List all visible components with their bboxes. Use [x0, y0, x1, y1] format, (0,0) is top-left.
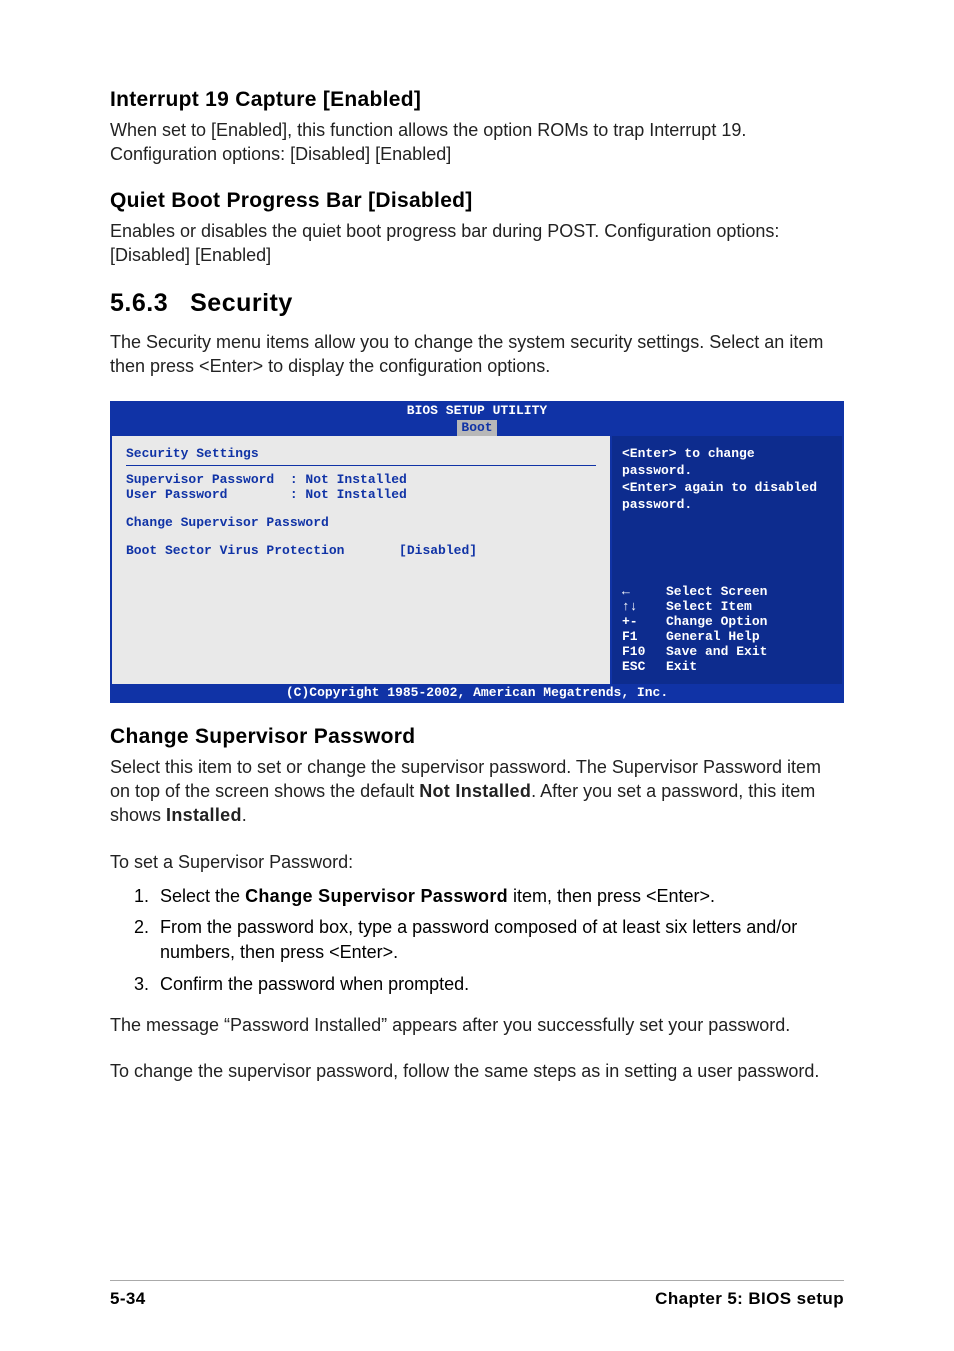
bios-key-label: General Help: [666, 629, 760, 644]
bios-key-row: ESC Exit: [622, 659, 832, 674]
bios-left-pane: Security Settings Supervisor Password : …: [112, 436, 612, 684]
step-2: From the password box, type a password c…: [154, 915, 844, 965]
plus-minus-icon: +-: [622, 614, 654, 629]
bios-key-label: Exit: [666, 659, 697, 674]
bios-key-label: Select Item: [666, 599, 752, 614]
text-change-supervisor-password: Change Supervisor Password: [245, 886, 508, 906]
text-installed: Installed: [166, 805, 242, 825]
bios-key-row: F10 Save and Exit: [622, 644, 832, 659]
heading-quietboot: Quiet Boot Progress Bar [Disabled]: [110, 189, 844, 213]
heading-interrupt19: Interrupt 19 Capture [Enabled]: [110, 88, 844, 112]
text-not-installed: Not Installed: [419, 781, 531, 801]
bios-titlebar: BIOS SETUP UTILITY Boot: [110, 401, 844, 437]
bios-title: BIOS SETUP UTILITY: [110, 403, 844, 419]
arrow-left-icon: ←: [622, 584, 654, 599]
bios-right-pane: <Enter> to change password. <Enter> agai…: [612, 436, 842, 684]
text-fragment: item, then press <Enter>.: [508, 886, 715, 906]
body-quietboot: Enables or disables the quiet boot progr…: [110, 219, 844, 268]
bios-key-row: ↑↓ Select Item: [622, 599, 832, 614]
bios-tab-boot: Boot: [457, 420, 496, 436]
arrow-updown-icon: ↑↓: [622, 599, 654, 614]
bios-row-spacer: [126, 530, 596, 543]
heading-security-section: 5.6.3 Security: [110, 289, 844, 318]
bios-key-row: ← Select Screen: [622, 584, 832, 599]
bios-key-label: Save and Exit: [666, 644, 767, 659]
bios-help-text: <Enter> to change password. <Enter> agai…: [622, 446, 832, 514]
page-footer: 5-34 Chapter 5: BIOS setup: [110, 1280, 844, 1309]
section-title: Security: [190, 289, 293, 317]
step-1: Select the Change Supervisor Password it…: [154, 884, 844, 909]
body-changesup-p4: To change the supervisor password, follo…: [110, 1059, 844, 1083]
page-number: 5-34: [110, 1289, 146, 1309]
f1-key-icon: F1: [622, 629, 654, 644]
body-security-intro: The Security menu items allow you to cha…: [110, 330, 844, 379]
bios-row-boot-sector-virus-protection: Boot Sector Virus Protection [Disabled]: [126, 543, 596, 558]
esc-key-icon: ESC: [622, 659, 654, 674]
body-changesup-p3: The message “Password Installed” appears…: [110, 1013, 844, 1037]
bios-key-label: Select Screen: [666, 584, 767, 599]
bios-key-label: Change Option: [666, 614, 767, 629]
bios-row-user-password: User Password : Not Installed: [126, 487, 596, 502]
step-3: Confirm the password when prompted.: [154, 972, 844, 997]
text-fragment: .: [242, 805, 247, 825]
document-page: Interrupt 19 Capture [Enabled] When set …: [0, 0, 954, 1351]
heading-change-supervisor-password: Change Supervisor Password: [110, 725, 844, 749]
bios-row-change-supervisor-password: Change Supervisor Password: [126, 515, 596, 530]
bios-security-settings-heading: Security Settings: [126, 446, 596, 461]
bios-key-legend: ← Select Screen ↑↓ Select Item +- Change Op…: [622, 584, 832, 674]
f10-key-icon: F10: [622, 644, 654, 659]
body-changesup-p1: Select this item to set or change the su…: [110, 755, 844, 828]
steps-list: Select the Change Supervisor Password it…: [110, 884, 844, 997]
bios-screenshot: BIOS SETUP UTILITY Boot Security Setting…: [110, 401, 844, 703]
bios-key-row: F1 General Help: [622, 629, 832, 644]
bios-key-row: +- Change Option: [622, 614, 832, 629]
bios-divider: [126, 465, 596, 466]
bios-row-supervisor-password: Supervisor Password : Not Installed: [126, 472, 596, 487]
chapter-label: Chapter 5: BIOS setup: [655, 1289, 844, 1309]
bios-row-spacer: [126, 502, 596, 515]
section-number: 5.6.3: [110, 289, 168, 318]
text-fragment: Select the: [160, 886, 245, 906]
body-interrupt19: When set to [Enabled], this function all…: [110, 118, 844, 167]
bios-copyright-footer: (C)Copyright 1985-2002, American Megatre…: [110, 684, 844, 703]
bios-body: Security Settings Supervisor Password : …: [110, 436, 844, 684]
body-changesup-p2: To set a Supervisor Password:: [110, 850, 844, 874]
